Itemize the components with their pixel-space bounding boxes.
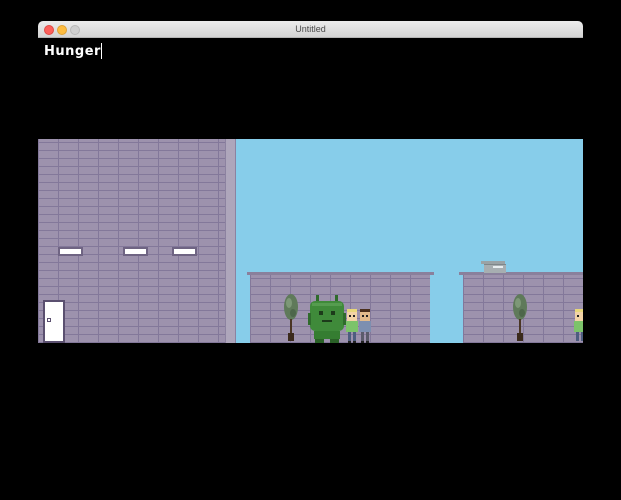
hunger-meter xyxy=(101,43,102,59)
hunger-label: Hunger xyxy=(44,44,101,59)
player-creature[interactable] xyxy=(308,295,346,343)
window-title: Untitled xyxy=(295,24,326,34)
npc-person[interactable] xyxy=(345,309,359,343)
potted-tree xyxy=(284,294,298,341)
game-scene[interactable] xyxy=(38,139,583,343)
left-building xyxy=(38,139,225,343)
building-pillar xyxy=(225,139,236,343)
window-titlebar[interactable]: Untitled xyxy=(38,21,583,38)
building-window xyxy=(123,247,148,256)
potted-tree xyxy=(513,294,527,341)
npc-person[interactable] xyxy=(573,309,583,343)
screen: Untitled Hunger xyxy=(0,0,621,500)
npc-person[interactable] xyxy=(358,309,372,343)
building-window xyxy=(58,247,83,256)
building-door[interactable] xyxy=(43,300,65,343)
door-knob xyxy=(47,318,51,322)
rooftop-vent xyxy=(481,261,506,273)
building-window xyxy=(172,247,197,256)
